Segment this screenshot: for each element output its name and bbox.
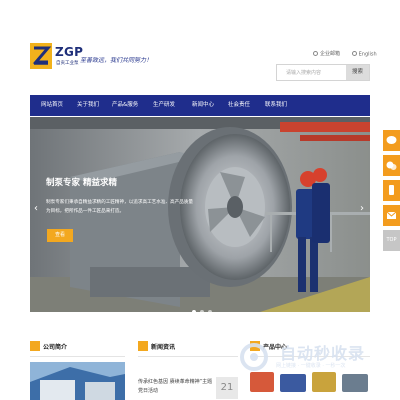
logo-icon[interactable] [30,43,52,69]
carousel-dot[interactable] [208,310,212,312]
nav-item-rd[interactable]: 生产研发 [153,95,175,116]
user-icon [313,50,318,56]
company-image[interactable] [30,362,125,400]
phone-icon[interactable] [383,180,400,201]
float-sidebar: TOP [383,130,400,255]
watermark-logo-icon [240,343,268,371]
nav-item-news[interactable]: 新闻中心 [192,95,214,116]
building-icon [30,341,40,351]
watermark: 自动秒收录 网上链接 · 一键收录 · 一秒一次 [232,340,384,374]
slogan: 至善致远，我们共同努力！ [80,57,153,64]
hero-banner[interactable]: 制泵专家 精益求精 制泵专家们秉承自精益求精的工匠精神，以追求高工艺水准、高产品… [30,117,370,312]
section-company-title[interactable]: 公司简介 [43,342,67,351]
english-link-label: English [358,51,377,57]
nav-item-contact[interactable]: 联系我们 [265,95,287,116]
carousel-dot[interactable] [200,310,204,312]
back-to-top-icon[interactable]: TOP [383,230,400,251]
mail-link[interactable]: 企业邮箱 [313,50,340,57]
top-links: 企业邮箱 English [313,50,377,57]
carousel-dot[interactable] [192,310,196,312]
carousel-dots [192,299,216,312]
banner-view-button[interactable]: 查看 [47,229,73,242]
brand-name: ZGP [55,45,84,59]
globe-icon [351,50,357,56]
english-link[interactable]: English [351,50,377,57]
mail-icon[interactable] [383,205,400,226]
banner-text: 制泵专家们秉承自精益求精的工匠精神，以追求高工艺水准、高产品质量为目标，把所作品… [46,200,194,214]
section-divider [138,356,238,357]
nav-item-responsibility[interactable]: 社会责任 [228,95,250,116]
wechat-icon[interactable] [383,155,400,176]
section-news-header: 新闻资讯 [138,341,238,352]
search-input[interactable] [277,65,347,80]
watermark-text: 自动秒收录 [280,344,366,363]
nav-item-about[interactable]: 关于我们 [77,95,99,116]
brand-subtitle: 自贡工业泵 [56,61,79,66]
watermark-subtext: 网上链接 · 一键收录 · 一秒一次 [276,363,346,369]
news-item-date: 21 [216,377,238,399]
nav-item-products[interactable]: 产品&服务 [112,95,138,116]
main-nav: 网站首页 关于我们 产品&服务 生产研发 新闻中心 社会责任 联系我们 [30,95,370,116]
nav-item-home[interactable]: 网站首页 [41,95,63,116]
news-item-title[interactable]: 传承红色基因 赓续革命精神”主题党日活动 [138,378,214,396]
section-company-header: 公司简介 [30,341,125,352]
search-box: 搜索 [276,64,370,81]
next-arrow-icon[interactable]: › [360,203,366,215]
chat-icon[interactable] [383,130,400,151]
section-news-title[interactable]: 新闻资讯 [151,342,175,351]
page: ZGP 自贡工业泵 至善致远，我们共同努力！ 企业邮箱 English 搜索 网… [0,0,400,400]
banner-title: 制泵专家 精益求精 [46,178,117,188]
mail-link-label: 企业邮箱 [320,51,341,57]
section-divider [30,356,125,357]
news-icon [138,341,148,351]
search-button[interactable]: 搜索 [346,65,369,80]
prev-arrow-icon[interactable]: ‹ [34,203,40,215]
